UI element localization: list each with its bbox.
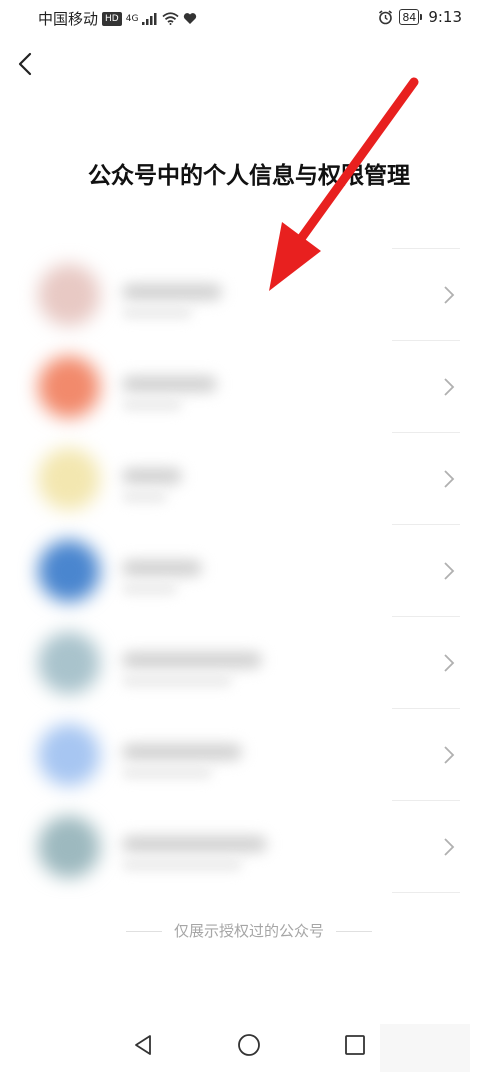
navigation-bar [0,1018,498,1080]
account-name-blurred [122,836,267,852]
alarm-clock-icon [379,9,393,24]
account-sub-blurred [122,860,242,870]
status-bar: 中国移动 HD 4G 84 9:13 [0,0,498,36]
network-type-label: 4G [125,13,139,24]
divider [125,931,162,932]
chevron-right-icon [444,286,455,304]
status-left: 中国移动 HD 4G [38,8,197,29]
page-title: 公众号中的个人信息与权限管理 [88,163,410,189]
account-sub-blurred [122,584,177,594]
battery-level: 84 [402,10,417,24]
chevron-right-icon [444,746,455,764]
footer-note: 仅展示授权过的公众号 [0,920,498,941]
chevron-right-icon [444,838,455,856]
account-sub-blurred [122,492,167,502]
home-circle-icon [238,1034,260,1056]
chevron-right-icon [444,654,455,672]
account-name-blurred [122,744,242,760]
divider [392,340,460,341]
clock-label: 9:13 [428,8,462,26]
nav-recents-button[interactable] [340,1030,370,1060]
divider [392,892,460,893]
footer-note-text: 仅展示授权过的公众号 [173,922,324,940]
divider [392,432,460,433]
status-right: 84 9:13 [378,8,462,26]
back-triangle-icon [135,1035,151,1055]
nav-back-button[interactable] [128,1030,158,1060]
account-name-blurred [122,284,222,300]
account-sub-blurred [122,400,182,410]
battery-icon: 84 [399,9,420,25]
heart-icon [184,13,197,24]
nav-placeholder [380,1024,470,1072]
account-avatar [38,632,100,694]
recents-square-icon [345,1035,365,1055]
account-avatar [38,264,100,326]
list-item[interactable] [0,248,498,340]
account-name-blurred [122,652,262,668]
account-name-blurred [122,376,217,392]
list-item[interactable] [0,432,498,524]
divider [392,800,460,801]
account-list [0,248,498,893]
account-avatar [38,724,100,786]
account-sub-blurred [122,676,232,686]
account-sub-blurred [122,768,212,778]
list-item[interactable] [0,800,498,892]
chevron-left-icon [18,52,32,76]
chevron-right-icon [444,378,455,396]
account-avatar [38,356,100,418]
account-avatar [38,540,100,602]
wifi-icon [162,12,180,25]
list-item[interactable] [0,616,498,708]
list-item[interactable] [0,340,498,432]
account-avatar [38,816,100,878]
list-end [0,892,498,893]
hd-icon: HD [102,11,122,26]
list-item[interactable] [0,524,498,616]
divider [392,524,460,525]
account-name-blurred [122,468,182,484]
divider [392,616,460,617]
account-name-blurred [122,560,202,576]
signal-icon [142,12,157,25]
divider [336,931,372,932]
back-button[interactable] [12,48,40,80]
chevron-right-icon [444,562,455,580]
divider [392,248,460,249]
account-avatar [38,448,100,510]
account-sub-blurred [122,308,192,318]
carrier-label: 中国移动 [38,10,99,28]
divider [392,708,460,709]
battery-tip [420,14,423,20]
list-item[interactable] [0,708,498,800]
chevron-right-icon [444,470,455,488]
nav-home-button[interactable] [234,1030,264,1060]
